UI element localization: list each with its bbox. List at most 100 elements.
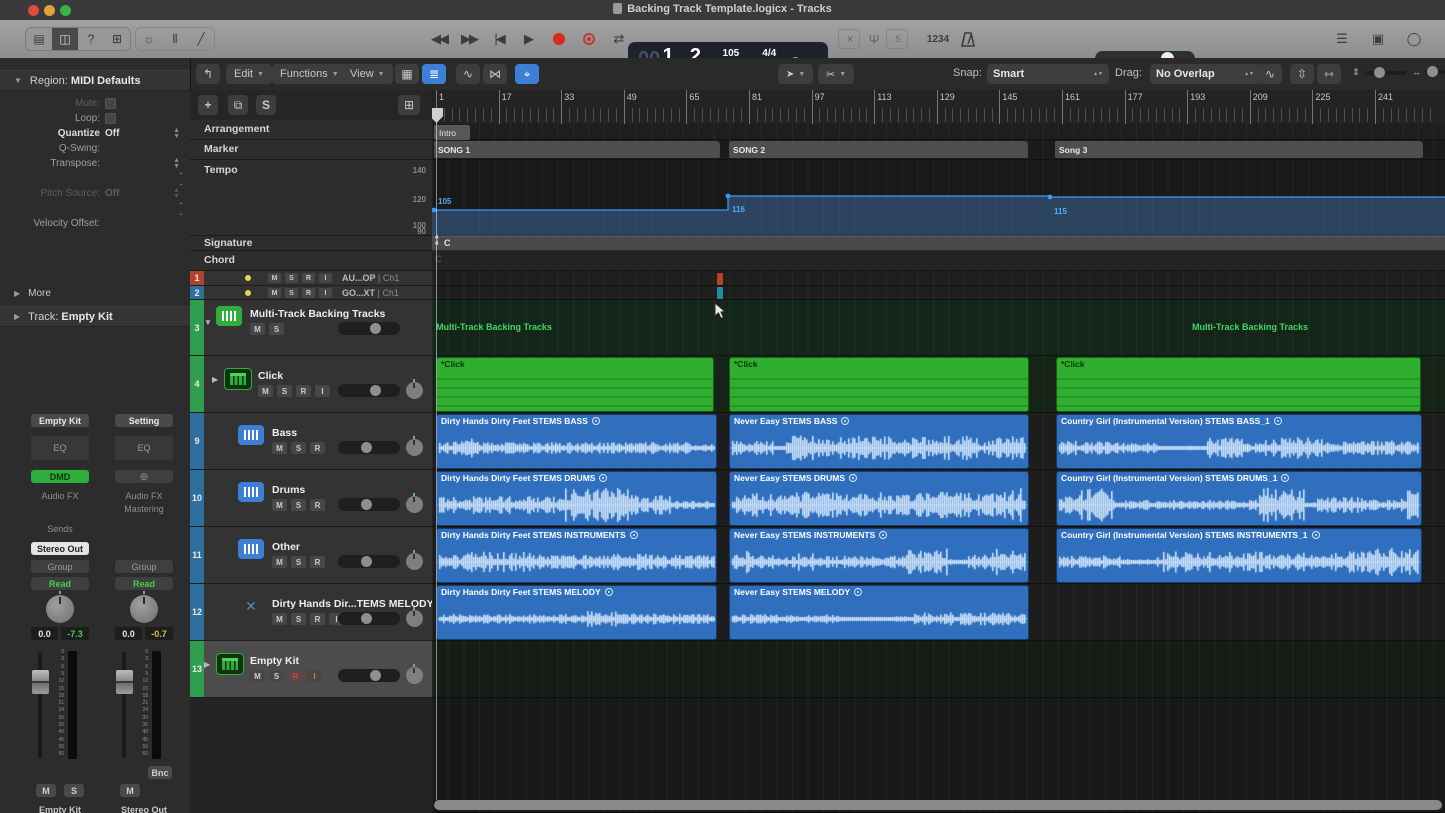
- track-s-button[interactable]: S: [269, 670, 284, 682]
- song-marker-1[interactable]: SONG 1: [434, 141, 720, 158]
- master-stack-solo-button[interactable]: S: [256, 95, 276, 115]
- stack-waveform-icon[interactable]: [216, 306, 242, 326]
- track-volume-thumb[interactable]: [361, 556, 372, 567]
- mute-button[interactable]: M: [120, 784, 140, 797]
- arrangement-marker-intro[interactable]: Intro: [434, 125, 470, 140]
- quick-help-icon[interactable]: ?: [78, 28, 104, 50]
- track-pan-knob[interactable]: [406, 610, 423, 627]
- track-s-button[interactable]: S: [291, 556, 306, 568]
- checkbox[interactable]: [105, 113, 116, 124]
- inspector-icon[interactable]: ◫: [52, 28, 78, 50]
- stereo-format-icon[interactable]: ◎: [115, 470, 173, 483]
- click-region[interactable]: *Click: [729, 357, 1029, 412]
- drag-dropdown[interactable]: No Overlap▲▼: [1150, 64, 1260, 84]
- edit-menu[interactable]: Edit▼: [226, 64, 272, 84]
- track-volume-thumb[interactable]: [370, 670, 381, 681]
- flex-icon[interactable]: ⋈: [483, 64, 507, 84]
- tempo-curve[interactable]: [432, 160, 1445, 236]
- strip-fader-cap[interactable]: [32, 670, 49, 694]
- regions-view-icon[interactable]: ≣: [422, 64, 446, 84]
- snap-dropdown[interactable]: Smart▲▼: [987, 64, 1109, 84]
- track-s-button[interactable]: S: [277, 385, 292, 397]
- bounce-button[interactable]: Bnc: [148, 766, 172, 779]
- strip-eq-display[interactable]: EQ: [31, 436, 89, 460]
- view-menu[interactable]: View▼: [342, 64, 393, 84]
- region-inspector-float-icon[interactable]: ⊞: [398, 95, 420, 115]
- track-m-button[interactable]: M: [268, 273, 281, 283]
- duplicate-track-icon[interactable]: ⧉: [228, 95, 248, 115]
- add-track-icon[interactable]: +: [198, 95, 218, 115]
- track-s-button[interactable]: S: [291, 499, 306, 511]
- strip-automation-button[interactable]: Read: [31, 577, 89, 590]
- track-r-button[interactable]: R: [310, 613, 325, 625]
- audio-region[interactable]: Dirty Hands Dirty Feet STEMS INSTRUMENTS: [436, 528, 717, 583]
- track-header-13[interactable]: 13▶Empty KitMSRI: [190, 641, 432, 698]
- audio-region[interactable]: Never Easy STEMS INSTRUMENTS: [729, 528, 1029, 583]
- horizontal-zoom-icon[interactable]: ⇿: [1317, 64, 1341, 84]
- record-button[interactable]: [546, 28, 572, 50]
- editors-icon[interactable]: ╱: [188, 28, 214, 50]
- audio-waveform-icon[interactable]: [238, 482, 264, 502]
- disclosure-down-icon[interactable]: ▼: [204, 318, 212, 327]
- list-editors-icon[interactable]: ☰: [1328, 28, 1354, 50]
- loop-browser-icon[interactable]: ◯: [1400, 28, 1426, 50]
- library-icon[interactable]: ▤: [26, 28, 52, 50]
- audio-region[interactable]: Never Easy STEMS MELODY: [729, 585, 1029, 640]
- strip-eq-display[interactable]: EQ: [115, 436, 173, 460]
- global-track-marker[interactable]: Marker+: [190, 140, 432, 160]
- region-inspector-header[interactable]: ▼ Region: MIDI Defaults: [0, 70, 190, 91]
- strip-fx-label[interactable]: Mastering: [115, 502, 173, 515]
- track-r-button[interactable]: R: [296, 385, 311, 397]
- audio-region[interactable]: Country Girl (Instrumental Version) STEM…: [1056, 471, 1422, 526]
- track-volume-slider[interactable]: [338, 669, 400, 682]
- toolbar-plus-icon[interactable]: ⊞: [104, 28, 130, 50]
- track-s-button[interactable]: S: [285, 273, 298, 283]
- track-i-button[interactable]: I: [319, 288, 332, 298]
- drum-machine-icon[interactable]: [224, 368, 252, 390]
- track-m-button[interactable]: M: [272, 442, 287, 454]
- track-pan-knob[interactable]: [406, 439, 423, 456]
- catch-playhead-icon[interactable]: ⌖: [515, 64, 539, 84]
- track-header-4[interactable]: 4▶ClickMSRI: [190, 356, 432, 413]
- back-arrow-icon[interactable]: ↰: [196, 64, 220, 84]
- track-volume-thumb[interactable]: [361, 499, 372, 510]
- track-volume-slider[interactable]: [338, 441, 400, 454]
- global-track-tempo[interactable]: Tempo14012010090: [190, 160, 432, 236]
- strip-output-button[interactable]: Stereo Out: [31, 542, 89, 555]
- track-volume-thumb[interactable]: [361, 613, 372, 624]
- track-volume-slider[interactable]: [338, 384, 400, 397]
- midi-region-track1[interactable]: [717, 273, 723, 285]
- track-header-9[interactable]: 9BassMSR: [190, 413, 432, 470]
- scissors-tool-menu[interactable]: ✂▼: [818, 64, 854, 84]
- track-header-3[interactable]: 3▼Multi-Track Backing TracksMS: [190, 300, 432, 356]
- global-track-signature[interactable]: Signature+: [190, 236, 432, 251]
- x-button-icon[interactable]: ✕: [838, 29, 860, 49]
- note-pads-icon[interactable]: ▣: [1364, 28, 1390, 50]
- track-i-button[interactable]: I: [315, 385, 330, 397]
- audio-region[interactable]: Dirty Hands Dirty Feet STEMS MELODY: [436, 585, 717, 640]
- track-i-button[interactable]: I: [307, 670, 322, 682]
- track-pan-knob[interactable]: [406, 496, 423, 513]
- song-marker-3[interactable]: Song 3: [1055, 141, 1423, 158]
- audio-waveform-icon[interactable]: [238, 539, 264, 559]
- stepper-icon[interactable]: ▲ ▼: [173, 128, 180, 139]
- functions-menu[interactable]: Functions▼: [272, 64, 347, 84]
- strip-group-button[interactable]: Group: [115, 560, 173, 573]
- track-m-button[interactable]: M: [258, 385, 273, 397]
- bar-ruler[interactable]: 1173349658197113129145161177193209225241: [432, 90, 1445, 125]
- track-volume-thumb[interactable]: [361, 442, 372, 453]
- mute-button[interactable]: M: [36, 784, 56, 797]
- track-pan-knob[interactable]: [406, 667, 423, 684]
- audio-region[interactable]: Dirty Hands Dirty Feet STEMS BASS: [436, 414, 717, 469]
- tuning-fork-icon[interactable]: Ψ: [864, 28, 882, 50]
- automation-icon[interactable]: ∿: [456, 64, 480, 84]
- track-volume-thumb[interactable]: [370, 323, 381, 334]
- grid-icon[interactable]: ▦: [395, 64, 419, 84]
- global-track-chord[interactable]: Chord+: [190, 251, 432, 271]
- strip-setting-button[interactable]: Empty Kit: [31, 414, 89, 427]
- track-i-button[interactable]: I: [319, 273, 332, 283]
- strip-slot-button[interactable]: DMD: [31, 470, 89, 483]
- inspector-row-value[interactable]: Off: [105, 128, 119, 139]
- capture-record-button[interactable]: [576, 28, 602, 50]
- mixer-icon[interactable]: ⫴: [162, 28, 188, 50]
